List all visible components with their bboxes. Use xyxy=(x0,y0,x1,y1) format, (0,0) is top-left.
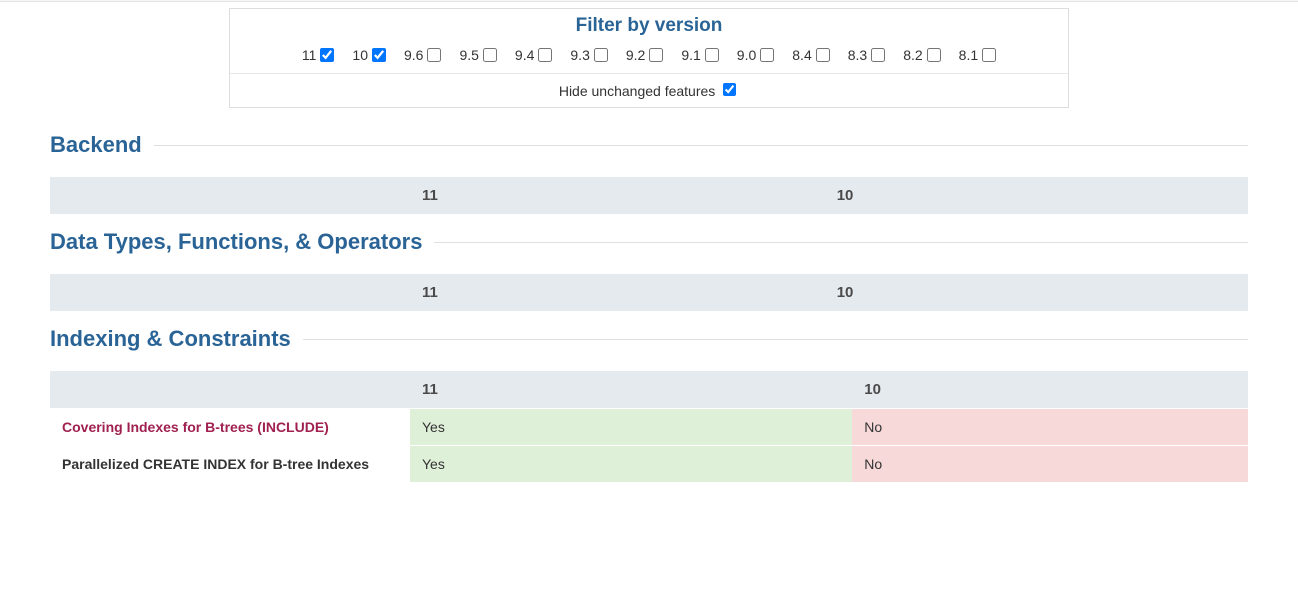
section-title-text: Data Types, Functions, & Operators xyxy=(50,229,422,255)
feature-table: 1110 xyxy=(50,176,1248,215)
version-checkbox[interactable] xyxy=(372,48,386,62)
version-option-8-1[interactable]: 8.1 xyxy=(959,47,996,63)
column-header-name xyxy=(50,177,410,214)
feature-name: Parallelized CREATE INDEX for B-tree Ind… xyxy=(50,446,410,482)
feature-name[interactable]: Covering Indexes for B-trees (INCLUDE) xyxy=(50,409,410,445)
version-option-10[interactable]: 10 xyxy=(352,47,386,63)
filter-title: Filter by version xyxy=(230,9,1068,39)
column-header: 11 xyxy=(410,371,852,408)
table-row: Covering Indexes for B-trees (INCLUDE)Ye… xyxy=(50,409,1248,445)
section-title-divider xyxy=(303,339,1248,340)
section-title: Backend xyxy=(50,132,1248,158)
section-title-divider xyxy=(434,242,1248,243)
version-filter-row: 11 10 9.6 9.5 9.4 9.3 9.2 9.1 9.0 8.4 8.3 8.2 8.1 xyxy=(230,39,1068,74)
column-header: 10 xyxy=(852,371,1248,408)
version-label: 9.2 xyxy=(626,47,645,63)
section-title-text: Indexing & Constraints xyxy=(50,326,291,352)
column-header: 11 xyxy=(410,177,825,214)
version-label: 8.3 xyxy=(848,47,867,63)
version-checkbox[interactable] xyxy=(594,48,608,62)
version-label: 9.3 xyxy=(570,47,589,63)
version-option-9-0[interactable]: 9.0 xyxy=(737,47,774,63)
version-option-9-1[interactable]: 9.1 xyxy=(681,47,718,63)
feature-cell: Yes xyxy=(410,409,852,445)
version-label: 9.0 xyxy=(737,47,756,63)
version-option-9-6[interactable]: 9.6 xyxy=(404,47,441,63)
version-option-11[interactable]: 11 xyxy=(302,47,335,63)
version-checkbox[interactable] xyxy=(871,48,885,62)
version-label: 8.1 xyxy=(959,47,978,63)
version-checkbox[interactable] xyxy=(760,48,774,62)
feature-cell: Yes xyxy=(410,446,852,482)
version-checkbox[interactable] xyxy=(927,48,941,62)
version-label: 8.2 xyxy=(903,47,922,63)
feature-table: 1110 xyxy=(50,273,1248,312)
version-label: 10 xyxy=(352,47,368,63)
version-checkbox[interactable] xyxy=(538,48,552,62)
version-checkbox[interactable] xyxy=(649,48,663,62)
hide-unchanged-text: Hide unchanged features xyxy=(559,83,715,99)
version-label: 11 xyxy=(302,47,317,63)
version-label: 9.1 xyxy=(681,47,700,63)
version-label: 9.6 xyxy=(404,47,423,63)
table-row: Parallelized CREATE INDEX for B-tree Ind… xyxy=(50,446,1248,482)
hide-unchanged-row: Hide unchanged features xyxy=(230,74,1068,107)
version-option-9-3[interactable]: 9.3 xyxy=(570,47,607,63)
version-option-9-2[interactable]: 9.2 xyxy=(626,47,663,63)
filter-panel: Filter by version 11 10 9.6 9.5 9.4 9.3 9.2 9.1… xyxy=(229,8,1069,108)
version-option-8-4[interactable]: 8.4 xyxy=(792,47,829,63)
column-header-name xyxy=(50,371,410,408)
version-checkbox[interactable] xyxy=(705,48,719,62)
hide-unchanged-checkbox[interactable] xyxy=(723,83,736,96)
column-header-name xyxy=(50,274,410,311)
column-header: 10 xyxy=(825,177,1248,214)
feature-table: 1110Covering Indexes for B-trees (INCLUD… xyxy=(50,370,1248,483)
column-header: 10 xyxy=(825,274,1248,311)
version-label: 9.5 xyxy=(459,47,478,63)
version-option-8-3[interactable]: 8.3 xyxy=(848,47,885,63)
version-checkbox[interactable] xyxy=(483,48,497,62)
version-label: 9.4 xyxy=(515,47,534,63)
version-checkbox[interactable] xyxy=(427,48,441,62)
version-option-9-4[interactable]: 9.4 xyxy=(515,47,552,63)
hide-unchanged-label[interactable]: Hide unchanged features xyxy=(559,83,739,99)
version-option-9-5[interactable]: 9.5 xyxy=(459,47,496,63)
section-title: Data Types, Functions, & Operators xyxy=(50,229,1248,255)
feature-cell: No xyxy=(852,446,1248,482)
version-checkbox[interactable] xyxy=(982,48,996,62)
version-label: 8.4 xyxy=(792,47,811,63)
section-title: Indexing & Constraints xyxy=(50,326,1248,352)
feature-cell: No xyxy=(852,409,1248,445)
section-title-divider xyxy=(154,145,1248,146)
version-checkbox[interactable] xyxy=(320,48,334,62)
column-header: 11 xyxy=(410,274,825,311)
version-option-8-2[interactable]: 8.2 xyxy=(903,47,940,63)
version-checkbox[interactable] xyxy=(816,48,830,62)
section-title-text: Backend xyxy=(50,132,142,158)
